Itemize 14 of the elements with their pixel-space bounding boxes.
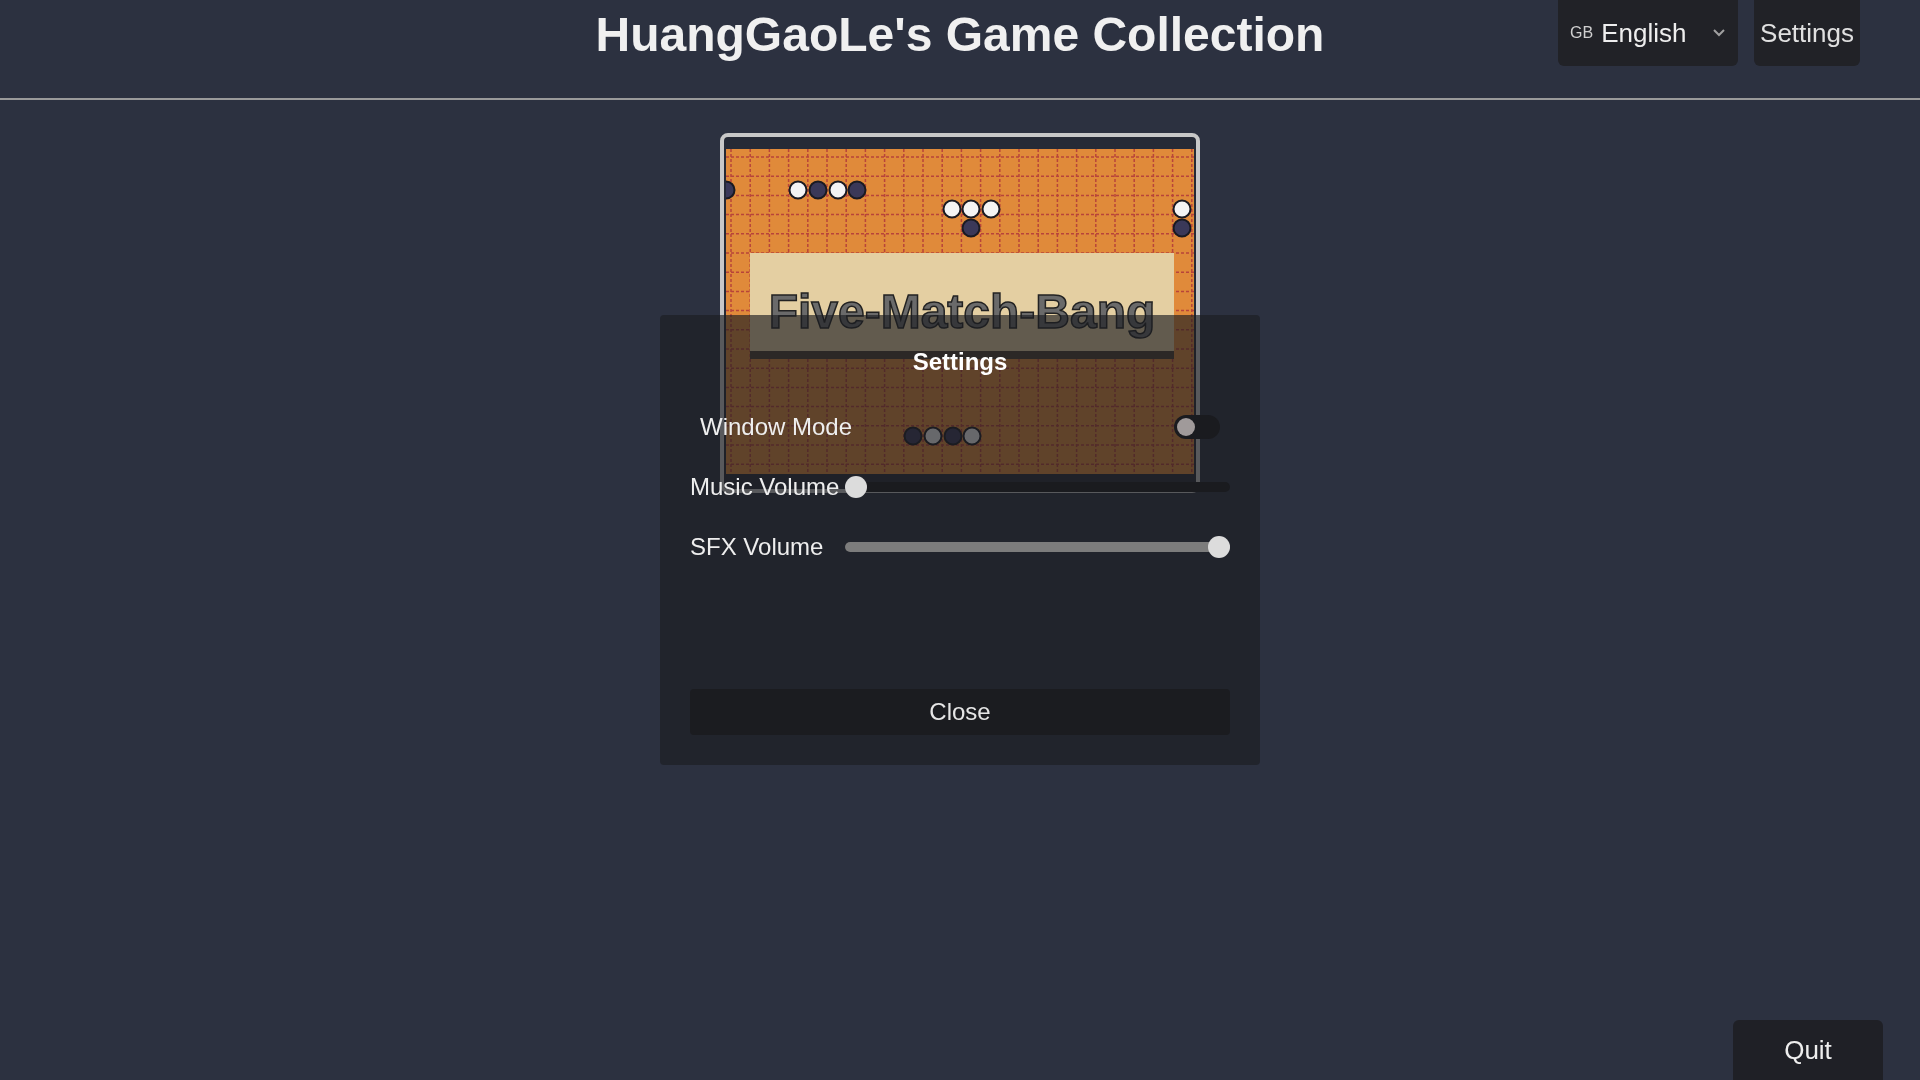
language-label: English	[1601, 16, 1687, 50]
flag-code: GB	[1570, 23, 1594, 43]
app-title: HuangGaoLe's Game Collection	[595, 7, 1325, 63]
toggle-switch[interactable]	[1174, 415, 1220, 439]
language-dropdown[interactable]: GB English	[1558, 0, 1739, 66]
option-label: Music Volume	[690, 472, 841, 502]
volume-slider[interactable]	[845, 536, 1230, 558]
volume-slider[interactable]	[845, 476, 1230, 498]
close-button[interactable]: Close	[690, 689, 1230, 735]
quit-button[interactable]: Quit	[1733, 1020, 1883, 1080]
option-label: Window Mode	[699, 412, 853, 442]
option-label: SFX Volume	[690, 532, 825, 562]
chevron-down-icon	[1712, 28, 1727, 38]
settings-button[interactable]: Settings	[1754, 0, 1860, 66]
